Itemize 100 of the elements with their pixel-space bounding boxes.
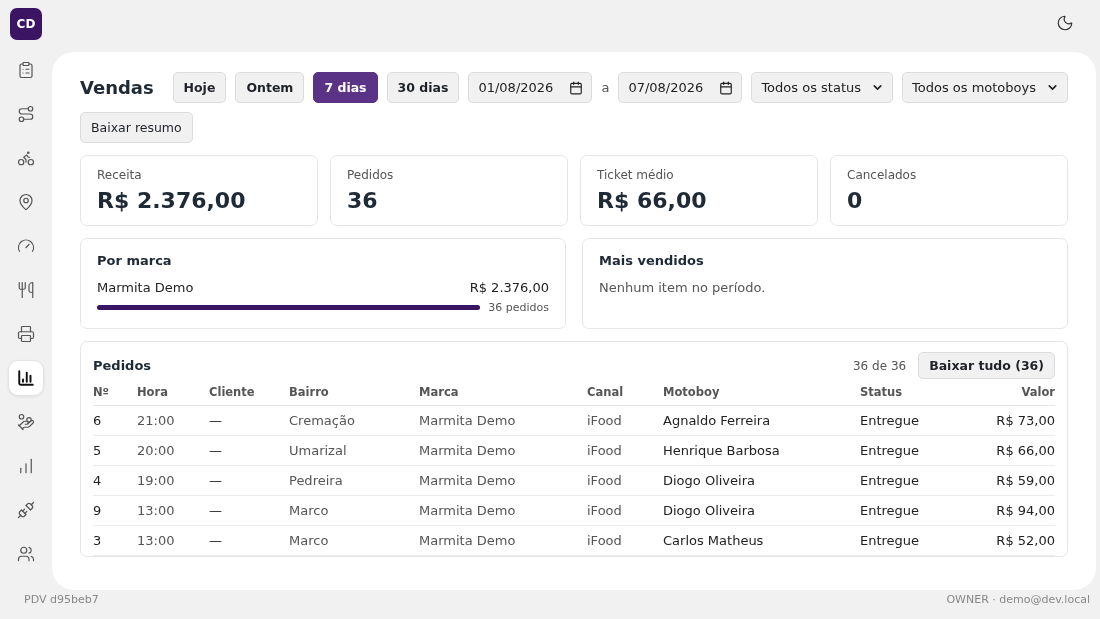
kpi-value: 0 xyxy=(847,188,864,213)
page-title: Vendas xyxy=(80,77,154,98)
table-cell: Umarizal xyxy=(289,435,419,466)
bar-chart-icon xyxy=(17,369,35,387)
table-cell: 3 xyxy=(93,525,137,556)
table-cell: — xyxy=(209,405,289,436)
table-cell: 13:00 xyxy=(137,525,209,556)
table-cell: — xyxy=(209,465,289,496)
sidebar-item[interactable] xyxy=(8,360,44,396)
column-header: Status xyxy=(860,385,970,406)
kpi-value: 36 xyxy=(347,188,379,213)
route-icon xyxy=(17,105,35,123)
table-cell: Marmita Demo xyxy=(419,405,587,436)
kpi-label: Receita xyxy=(97,168,143,182)
printer-icon xyxy=(17,325,35,343)
date-field[interactable]: 01/08/2026 xyxy=(468,72,593,103)
map-pin-icon xyxy=(17,193,35,211)
table-cell: R$ 73,00 xyxy=(970,405,1055,436)
table-cell: — xyxy=(209,525,289,556)
column-header: Hora xyxy=(137,385,209,406)
range-button[interactable]: Ontem xyxy=(235,72,305,103)
date-separator: a xyxy=(601,80,610,95)
table-cell: Marmita Demo xyxy=(419,525,587,556)
column-header: Canal xyxy=(587,385,663,406)
users-icon xyxy=(17,545,35,563)
table-cell: iFood xyxy=(587,435,663,466)
column-header: Bairro xyxy=(289,385,419,406)
panel-title: Pedidos xyxy=(93,358,152,373)
table-cell: — xyxy=(209,495,289,526)
column-header: Nº xyxy=(93,385,137,406)
table-cell: iFood xyxy=(587,495,663,526)
table-cell: Diogo Oliveira xyxy=(663,465,860,496)
table-cell: 21:00 xyxy=(137,405,209,436)
column-header: Marca xyxy=(419,385,587,406)
table-cell: Cremação xyxy=(289,405,419,436)
bar-chart-icon xyxy=(17,457,35,475)
table-cell: Entregue xyxy=(860,465,970,496)
table-cell: R$ 59,00 xyxy=(970,465,1055,496)
clipboard-icon xyxy=(17,61,35,79)
table-cell: Agnaldo Ferreira xyxy=(663,405,860,436)
table-cell: Marco xyxy=(289,495,419,526)
table-cell: 19:00 xyxy=(137,465,209,496)
table-cell: Marco xyxy=(289,525,419,556)
hand-coins-icon xyxy=(17,413,35,431)
column-header: Motoboy xyxy=(663,385,860,406)
table-cell: 4 xyxy=(93,465,137,496)
unplug-icon xyxy=(17,501,35,519)
table-cell: Entregue xyxy=(860,525,970,556)
table-cell: 20:00 xyxy=(137,435,209,466)
kpi-value: R$ 66,00 xyxy=(597,188,708,213)
table-cell: iFood xyxy=(587,525,663,556)
column-header: Cliente xyxy=(209,385,289,406)
range-button[interactable]: 30 dias xyxy=(386,72,460,103)
range-button[interactable]: 7 dias xyxy=(313,72,378,103)
app-logo[interactable]: CD xyxy=(10,8,42,40)
table-cell: Entregue xyxy=(860,405,970,436)
table-cell: 9 xyxy=(93,495,137,526)
theme-toggle-button[interactable] xyxy=(1056,14,1074,32)
table-cell: 5 xyxy=(93,435,137,466)
table-cell: Entregue xyxy=(860,495,970,526)
kpi-value: R$ 2.376,00 xyxy=(97,188,247,213)
filter-select[interactable]: Todos os status xyxy=(751,72,893,103)
moon-icon xyxy=(1056,14,1074,32)
calendar-icon xyxy=(719,80,734,95)
brand-count: 36 pedidos xyxy=(488,301,549,314)
table-cell: Henrique Barbosa xyxy=(663,435,860,466)
table-cell: iFood xyxy=(587,465,663,496)
table-cell: R$ 52,00 xyxy=(970,525,1055,556)
table-cell: Marmita Demo xyxy=(419,465,587,496)
table-cell: Marmita Demo xyxy=(419,495,587,526)
table-cell: Diogo Oliveira xyxy=(663,495,860,526)
kpi-label: Pedidos xyxy=(347,168,395,182)
orders-count: 36 de 36 xyxy=(853,358,907,373)
date-field[interactable]: 07/08/2026 xyxy=(618,72,743,103)
table-cell: iFood xyxy=(587,405,663,436)
table-cell: 13:00 xyxy=(137,495,209,526)
table-cell: Entregue xyxy=(860,435,970,466)
table-cell: Carlos Matheus xyxy=(663,525,860,556)
range-button[interactable]: Hoje xyxy=(172,72,227,103)
version-label: PDV d95beb7 xyxy=(24,593,99,606)
empty-message: Nenhum item no período. xyxy=(599,280,767,295)
download-summary-button[interactable]: Baixar resumo xyxy=(80,112,193,143)
gauge-icon xyxy=(17,237,35,255)
panel-title: Mais vendidos xyxy=(599,253,705,268)
user-label: OWNER · demo@dev.local xyxy=(946,593,1090,606)
filter-select[interactable]: Todos os motoboys xyxy=(902,72,1068,103)
brand-amount: R$ 2.376,00 xyxy=(469,280,549,295)
table-cell: R$ 94,00 xyxy=(970,495,1055,526)
column-header: Valor xyxy=(970,385,1055,406)
calendar-icon xyxy=(569,80,584,95)
kpi-label: Cancelados xyxy=(847,168,918,182)
download-all-button[interactable]: Baixar tudo (36) xyxy=(918,352,1055,379)
panel-title: Por marca xyxy=(97,253,173,268)
utensils-icon xyxy=(17,281,35,299)
kpi-label: Ticket médio xyxy=(597,168,675,182)
table-cell: Pedreira xyxy=(289,465,419,496)
table-cell: Marmita Demo xyxy=(419,435,587,466)
table-cell: 6 xyxy=(93,405,137,436)
table-cell: — xyxy=(209,435,289,466)
brand-name: Marmita Demo xyxy=(97,280,194,295)
